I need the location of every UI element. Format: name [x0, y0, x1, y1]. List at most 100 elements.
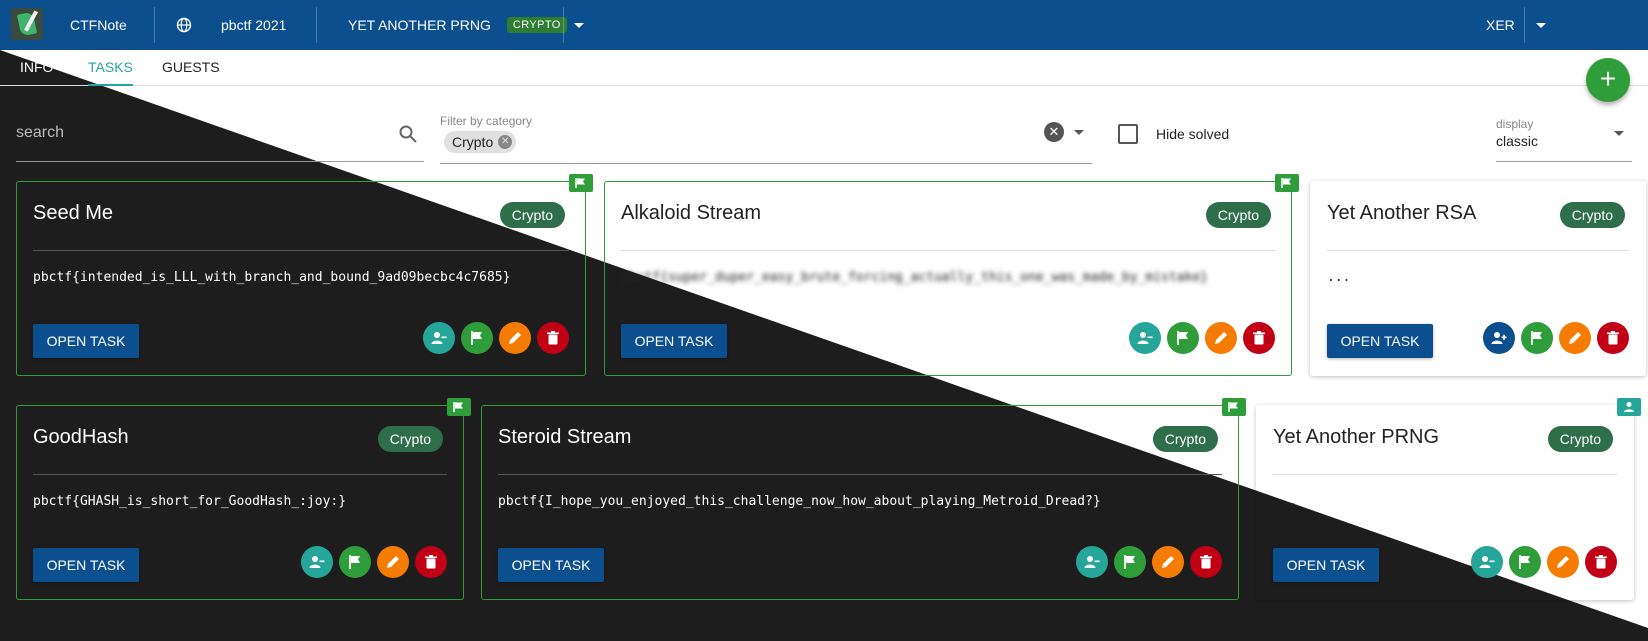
category-badge: Crypto [1559, 202, 1625, 228]
ctf-name[interactable]: pbctf 2021 [221, 0, 286, 50]
pencil-icon[interactable] [1547, 546, 1579, 578]
task-actions [301, 546, 447, 578]
open-task-button[interactable]: OPEN TASK [621, 324, 727, 358]
app-name[interactable]: CTFNote [70, 0, 127, 50]
person-remove-icon[interactable] [423, 322, 455, 354]
category-badge: Crypto [377, 426, 443, 452]
flag-icon[interactable] [1114, 546, 1146, 578]
assigned-user-icon [1617, 398, 1641, 416]
user-name[interactable]: XER [1486, 0, 1515, 50]
task-actions [423, 322, 569, 354]
card-divider [1273, 474, 1617, 475]
task-menu-chevron-down-icon[interactable] [574, 0, 584, 50]
flag-icon[interactable] [461, 322, 493, 354]
category-badge: Crypto [1205, 202, 1271, 228]
task-flag-text: pbctf{I_hope_you_enjoyed_this_challenge_… [498, 494, 1101, 509]
trash-icon[interactable] [415, 546, 447, 578]
open-task-button[interactable]: OPEN TASK [1327, 324, 1433, 358]
ctfnote-logo[interactable] [11, 8, 43, 40]
task-flag-text: pbctf{super_duper_easy_brute_forcing_act… [621, 270, 1208, 285]
solved-flag-icon [1275, 174, 1299, 192]
task-card[interactable]: Seed Me Crypto pbctf{intended_is_LLL_with_… [16, 174, 593, 376]
ctf-tabs: INFO TASKS GUESTS [0, 50, 1648, 86]
flag-icon[interactable] [339, 546, 371, 578]
open-task-button[interactable]: OPEN TASK [1273, 548, 1379, 582]
task-card[interactable]: Steroid Stream Crypto pbctf{I_hope_you_enj… [481, 398, 1246, 600]
task-card[interactable]: Yet Another RSA Crypto... OPEN TASK [1310, 181, 1646, 376]
person-add-icon[interactable] [1483, 322, 1515, 354]
person-remove-icon[interactable] [1471, 546, 1503, 578]
task-flag-text: ... [1273, 494, 1297, 509]
pencil-icon[interactable] [377, 546, 409, 578]
flag-icon[interactable] [1167, 322, 1199, 354]
trash-icon[interactable] [1597, 322, 1629, 354]
task-actions [1471, 546, 1617, 578]
task-title: Steroid Stream [498, 426, 632, 448]
chip-label: Crypto [452, 134, 494, 150]
task-flag-text: pbctf{intended_is_LLL_with_branch_and_bo… [33, 270, 511, 285]
display-chevron-down-icon[interactable] [1614, 131, 1624, 136]
search-field[interactable]: search [16, 108, 424, 162]
pencil-icon[interactable] [1559, 322, 1591, 354]
task-card[interactable]: Yet Another PRNG Crypto... OPEN TASK [1256, 398, 1641, 600]
card-divider [621, 250, 1275, 251]
task-title: Yet Another PRNG [1273, 426, 1440, 448]
category-chip[interactable]: Crypto ✕ [444, 131, 517, 153]
task-title: Seed Me [33, 202, 114, 224]
task-card[interactable]: Alkaloid Stream Crypto pbctf{super_duper_e… [604, 174, 1299, 376]
open-task-button[interactable]: OPEN TASK [498, 548, 604, 582]
solved-flag-icon [1222, 398, 1246, 416]
trash-icon[interactable] [537, 322, 569, 354]
current-task[interactable]: YET ANOTHER PRNG CRYPTO [348, 0, 567, 50]
person-remove-icon[interactable] [1076, 546, 1108, 578]
task-actions [1076, 546, 1222, 578]
card-divider [33, 474, 447, 475]
task-title: Alkaloid Stream [621, 202, 762, 224]
clear-filter-icon[interactable]: ✕ [1044, 122, 1064, 142]
trash-icon[interactable] [1585, 546, 1617, 578]
pencil-icon[interactable] [1152, 546, 1184, 578]
tab-tasks[interactable]: TASKS [88, 50, 133, 86]
tab-info[interactable]: INFO [20, 50, 53, 86]
solved-flag-icon [447, 398, 471, 416]
task-flag-text: ... [1327, 270, 1351, 285]
current-task-name: YET ANOTHER PRNG [348, 17, 491, 33]
current-task-tag: CRYPTO [506, 17, 567, 33]
task-title: Yet Another RSA [1327, 202, 1477, 224]
flag-icon[interactable] [1521, 322, 1553, 354]
hide-solved-toggle[interactable]: Hide solved [1118, 124, 1229, 144]
task-card[interactable]: GoodHash Crypto pbctf{GHASH_is_short_for_G… [16, 398, 471, 600]
pencil-icon[interactable] [1205, 322, 1237, 354]
card-divider [1327, 250, 1629, 251]
trash-icon[interactable] [1243, 322, 1275, 354]
hide-solved-label: Hide solved [1156, 126, 1230, 142]
person-remove-icon[interactable] [1129, 322, 1161, 354]
category-badge: Crypto [499, 202, 565, 228]
category-badge: Crypto [1547, 426, 1613, 452]
task-title: GoodHash [33, 426, 129, 448]
search-input[interactable]: search [16, 124, 64, 142]
card-divider [498, 474, 1222, 475]
pencil-icon[interactable] [499, 322, 531, 354]
flag-icon[interactable] [1509, 546, 1541, 578]
add-task-button[interactable]: + [1586, 58, 1630, 102]
search-icon[interactable] [398, 124, 418, 144]
filter-chevron-down-icon[interactable] [1074, 130, 1084, 135]
open-task-button[interactable]: OPEN TASK [33, 548, 139, 582]
task-flag-text: pbctf{GHASH_is_short_for_GoodHash_:joy:} [33, 494, 347, 509]
tab-guests[interactable]: GUESTS [162, 50, 220, 86]
top-app-bar: CTFNote pbctf 2021 YET ANOTHER PRNG CRYP… [0, 0, 1648, 50]
trash-icon[interactable] [1190, 546, 1222, 578]
filter-label: Filter by category [440, 114, 533, 128]
open-task-button[interactable]: OPEN TASK [33, 324, 139, 358]
display-value: classic [1496, 133, 1539, 149]
user-menu-chevron-down-icon[interactable] [1536, 0, 1546, 50]
display-label: display [1496, 117, 1534, 131]
chip-remove-icon[interactable]: ✕ [498, 135, 513, 149]
person-remove-icon[interactable] [301, 546, 333, 578]
globe-icon[interactable] [176, 0, 192, 50]
hide-solved-checkbox[interactable] [1118, 124, 1138, 144]
category-filter[interactable]: Filter by category Crypto ✕ ✕ [440, 108, 1092, 164]
solved-flag-icon [569, 174, 593, 192]
display-select[interactable]: display classic [1496, 108, 1632, 162]
